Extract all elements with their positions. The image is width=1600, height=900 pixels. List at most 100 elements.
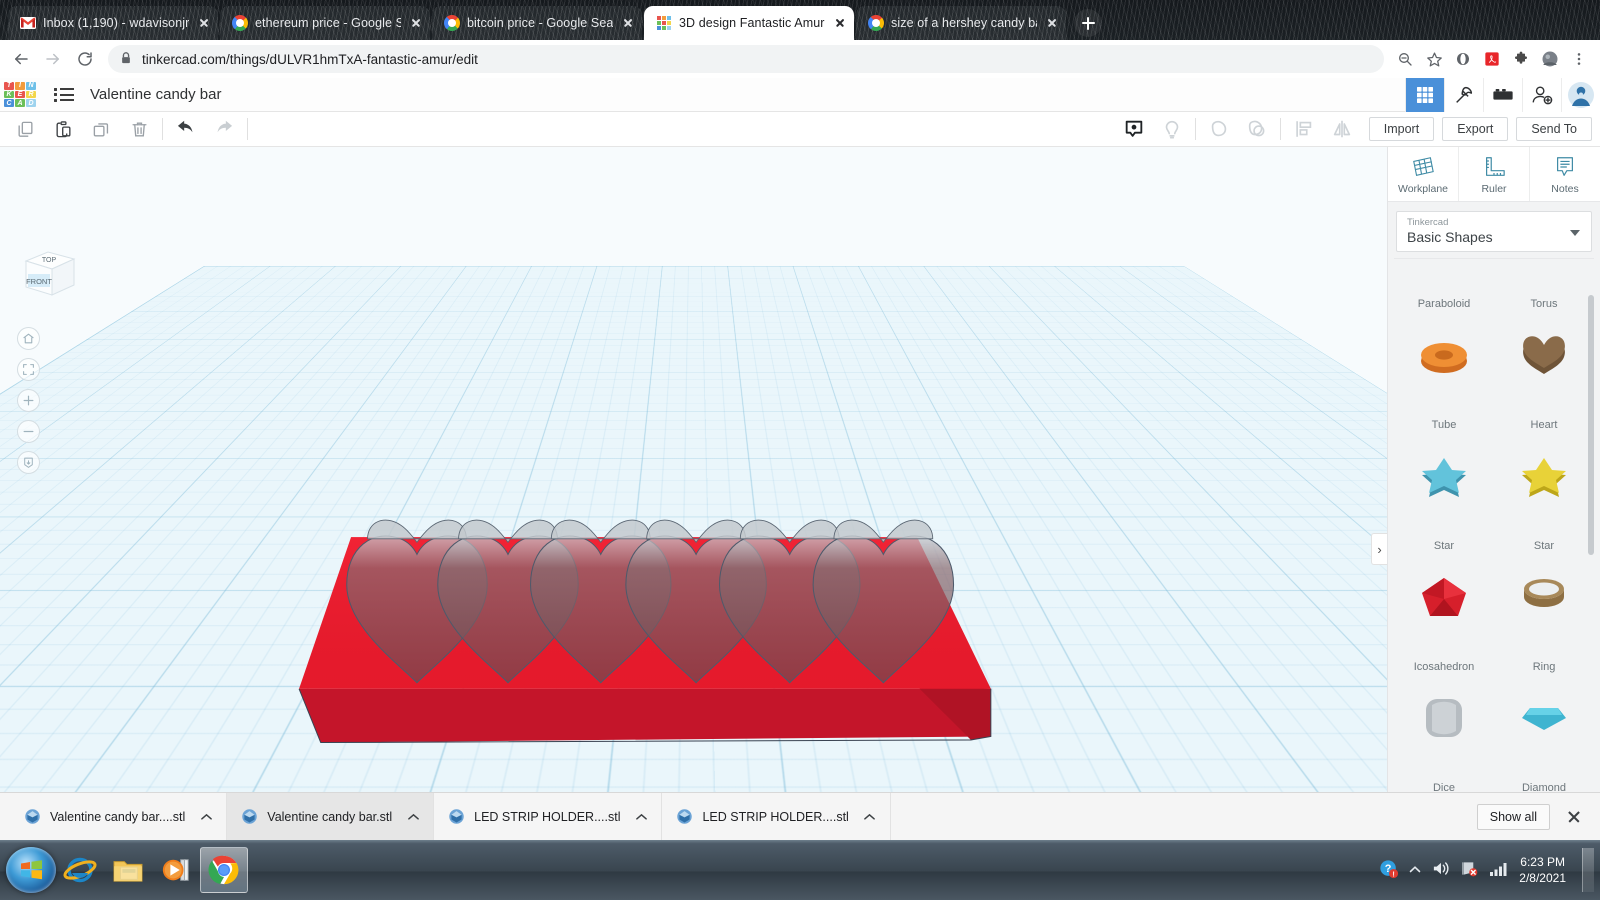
- shapes-scrollbar[interactable]: [1588, 295, 1594, 555]
- download-item-selected[interactable]: Valentine candy bar.stl: [227, 793, 434, 840]
- mirror-icon[interactable]: [1323, 114, 1361, 144]
- notes-tool[interactable]: Notes: [1530, 147, 1600, 201]
- toolbar-right-group: Import Export Send To: [1115, 114, 1600, 144]
- chevron-up-icon[interactable]: [200, 811, 212, 823]
- group-icon[interactable]: [1200, 114, 1238, 144]
- undo-icon[interactable]: [167, 114, 205, 144]
- delete-icon[interactable]: [120, 114, 158, 144]
- shape-name: Ring: [1533, 661, 1556, 681]
- user-avatar-icon[interactable]: [1561, 78, 1600, 112]
- back-icon[interactable]: [6, 44, 36, 74]
- shape-item-tube[interactable]: Tube: [1394, 318, 1494, 439]
- workplane-tool[interactable]: Workplane: [1388, 147, 1459, 201]
- taskbar-clock[interactable]: 6:23 PM 2/8/2021: [1519, 854, 1566, 886]
- chevron-up-icon[interactable]: [864, 811, 876, 823]
- tinkercad-logo-icon[interactable]: TIN KER CAD: [4, 82, 36, 107]
- shape-item-dice[interactable]: Dice: [1394, 681, 1494, 802]
- paste-icon[interactable]: [44, 114, 82, 144]
- tab-close-icon[interactable]: [832, 15, 848, 31]
- view-cube[interactable]: TOP FRONT: [18, 247, 78, 305]
- chrome-menu-icon[interactable]: [1566, 46, 1592, 72]
- zoom-out-icon[interactable]: [1392, 46, 1418, 72]
- windows-media-player-icon[interactable]: [152, 847, 200, 893]
- star-shape-blue-icon: [1408, 445, 1480, 507]
- show-hidden-icons-arrow[interactable]: [1409, 863, 1421, 877]
- signal-bars-icon[interactable]: [1489, 861, 1509, 880]
- project-list-icon[interactable]: [52, 83, 76, 107]
- ungroup-icon[interactable]: [1238, 114, 1276, 144]
- google-chrome-icon[interactable]: [200, 847, 248, 893]
- shape-item-star-blue[interactable]: Star: [1394, 439, 1494, 560]
- tab-close-icon[interactable]: [196, 15, 212, 31]
- shape-item-heart[interactable]: Heart: [1494, 318, 1594, 439]
- extensions-puzzle-icon[interactable]: [1508, 46, 1534, 72]
- browser-tab[interactable]: ethereum price - Google Search: [220, 6, 430, 40]
- home-view-icon[interactable]: [17, 327, 40, 350]
- forward-icon[interactable]: [38, 44, 68, 74]
- shape-item-icosahedron[interactable]: Icosahedron: [1394, 560, 1494, 681]
- tab-close-icon[interactable]: [1044, 15, 1060, 31]
- candy-bar-model[interactable]: [0, 147, 1387, 823]
- opera-extension-icon[interactable]: [1450, 46, 1476, 72]
- browser-tab-active[interactable]: 3D design Fantastic Amur | Tinke: [644, 6, 854, 40]
- reload-icon[interactable]: [70, 44, 100, 74]
- close-downloads-icon[interactable]: [1564, 807, 1584, 827]
- fit-to-view-icon[interactable]: [17, 358, 40, 381]
- tab-close-icon[interactable]: [408, 15, 424, 31]
- download-item[interactable]: LED STRIP HOLDER....stl: [434, 793, 662, 840]
- show-all-downloads-button[interactable]: Show all: [1477, 804, 1550, 830]
- chevron-up-icon[interactable]: [407, 811, 419, 823]
- shape-item-ring[interactable]: Ring: [1494, 560, 1594, 681]
- shape-library-select[interactable]: Tinkercad Basic Shapes: [1396, 211, 1592, 252]
- internet-explorer-icon[interactable]: [56, 847, 104, 893]
- action-center-alert-icon[interactable]: ?!: [1379, 859, 1399, 882]
- tab-close-icon[interactable]: [620, 15, 636, 31]
- light-bulb-icon[interactable]: [1153, 114, 1191, 144]
- 3d-viewport[interactable]: TOP FRONT Edit Grid Snap Gr: [0, 147, 1387, 840]
- show-desktop-button[interactable]: [1582, 848, 1594, 892]
- address-bar[interactable]: tinkercad.com/things/dULVR1hmTxA-fantast…: [108, 45, 1384, 73]
- volume-icon[interactable]: [1431, 860, 1450, 880]
- redo-icon[interactable]: [205, 114, 243, 144]
- shape-item-paraboloid[interactable]: Paraboloid: [1394, 258, 1494, 318]
- profile-avatar[interactable]: [1537, 46, 1563, 72]
- stl-file-icon: [241, 808, 258, 825]
- collapse-panel-button[interactable]: ›: [1371, 533, 1387, 565]
- zoom-in-icon[interactable]: [17, 389, 40, 412]
- export-button[interactable]: Export: [1442, 117, 1508, 141]
- download-item[interactable]: Valentine candy bar....stl: [10, 793, 227, 840]
- adobe-acrobat-icon[interactable]: [1479, 46, 1505, 72]
- browser-tab[interactable]: Inbox (1,190) - wdavisonjr@gma: [8, 6, 218, 40]
- show-hide-icon[interactable]: [1115, 114, 1153, 144]
- shape-item-diamond[interactable]: Diamond: [1494, 681, 1594, 802]
- bookmark-star-icon[interactable]: [1421, 46, 1447, 72]
- pickaxe-tool-icon[interactable]: [1444, 78, 1483, 112]
- browser-tab[interactable]: bitcoin price - Google Search: [432, 6, 642, 40]
- align-icon[interactable]: [1285, 114, 1323, 144]
- browser-tab[interactable]: size of a hershey candy bar - Go: [856, 6, 1066, 40]
- start-orb-icon[interactable]: [6, 847, 56, 893]
- download-item[interactable]: LED STRIP HOLDER....stl: [662, 793, 890, 840]
- ruler-tool[interactable]: Ruler: [1459, 147, 1530, 201]
- document-title[interactable]: Valentine candy bar: [90, 86, 221, 103]
- orthographic-toggle-icon[interactable]: [17, 451, 40, 474]
- shape-item-torus[interactable]: Torus: [1494, 258, 1594, 318]
- shape-item-star-yellow[interactable]: Star: [1494, 439, 1594, 560]
- paraboloid-shape-icon: [1408, 258, 1480, 265]
- file-explorer-icon[interactable]: [104, 847, 152, 893]
- chevron-up-icon[interactable]: [635, 811, 647, 823]
- duplicate-icon[interactable]: [82, 114, 120, 144]
- send-to-button[interactable]: Send To: [1516, 117, 1592, 141]
- chevron-down-icon[interactable]: [1570, 230, 1580, 236]
- ruler-icon: [1481, 155, 1507, 179]
- grid-apps-icon[interactable]: [1405, 78, 1444, 112]
- new-tab-button[interactable]: [1074, 9, 1102, 37]
- shapes-scroll-area[interactable]: Paraboloid Torus: [1394, 258, 1594, 840]
- import-button[interactable]: Import: [1369, 117, 1434, 141]
- invite-person-icon[interactable]: [1522, 78, 1561, 112]
- network-disconnected-icon[interactable]: [1460, 860, 1479, 880]
- address-bar-url: tinkercad.com/things/dULVR1hmTxA-fantast…: [142, 52, 1372, 67]
- zoom-out-icon[interactable]: [17, 420, 40, 443]
- brick-blocks-icon[interactable]: [1483, 78, 1522, 112]
- copy-icon[interactable]: [6, 114, 44, 144]
